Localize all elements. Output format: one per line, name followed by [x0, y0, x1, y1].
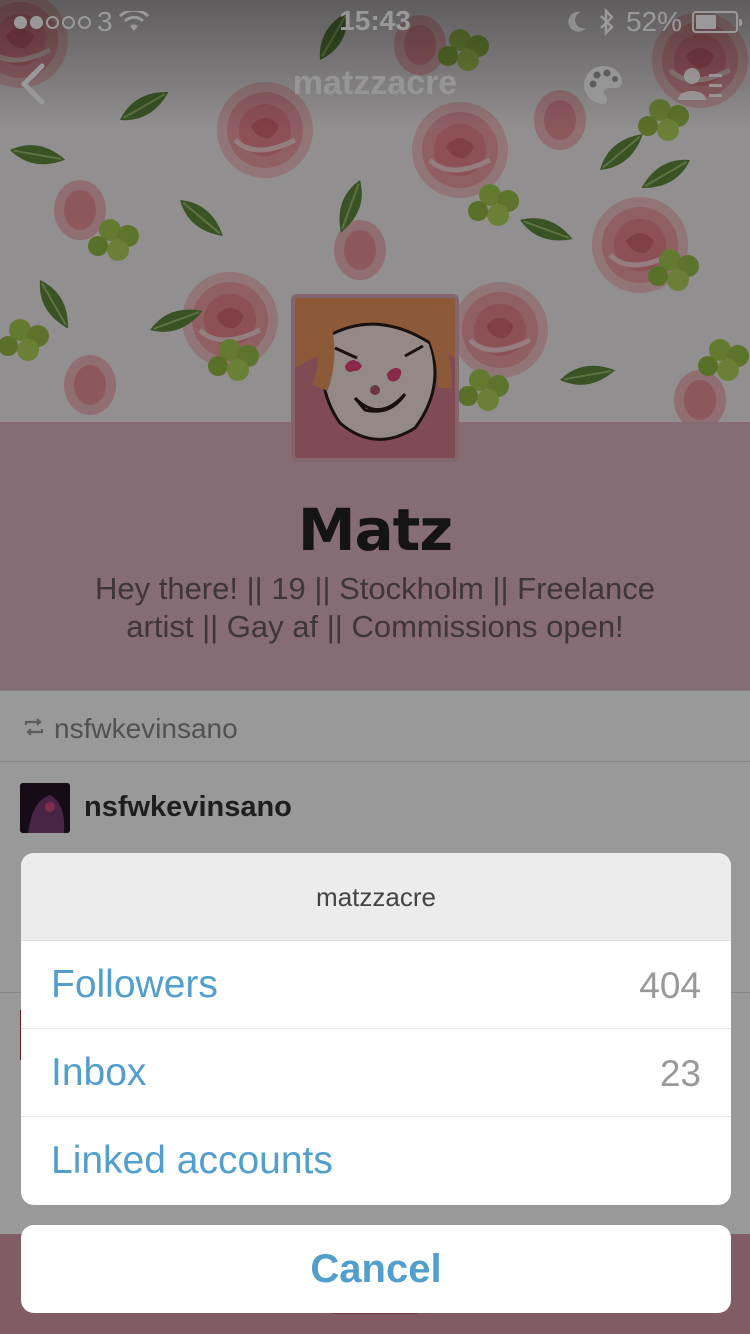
- action-label: Followers: [51, 963, 218, 1006]
- action-label: Inbox: [51, 1051, 147, 1094]
- action-inbox[interactable]: Inbox 23: [21, 1029, 731, 1117]
- action-sheet-title: matzzacre: [21, 853, 731, 941]
- action-followers[interactable]: Followers 404: [21, 941, 731, 1029]
- action-linked-accounts[interactable]: Linked accounts: [21, 1117, 731, 1205]
- action-count: 23: [659, 1053, 701, 1094]
- action-sheet: matzzacre Followers 404 Inbox 23 Linked …: [21, 853, 731, 1205]
- action-count: 404: [639, 965, 701, 1006]
- cancel-button[interactable]: Cancel: [21, 1225, 731, 1313]
- action-label: Linked accounts: [51, 1139, 333, 1182]
